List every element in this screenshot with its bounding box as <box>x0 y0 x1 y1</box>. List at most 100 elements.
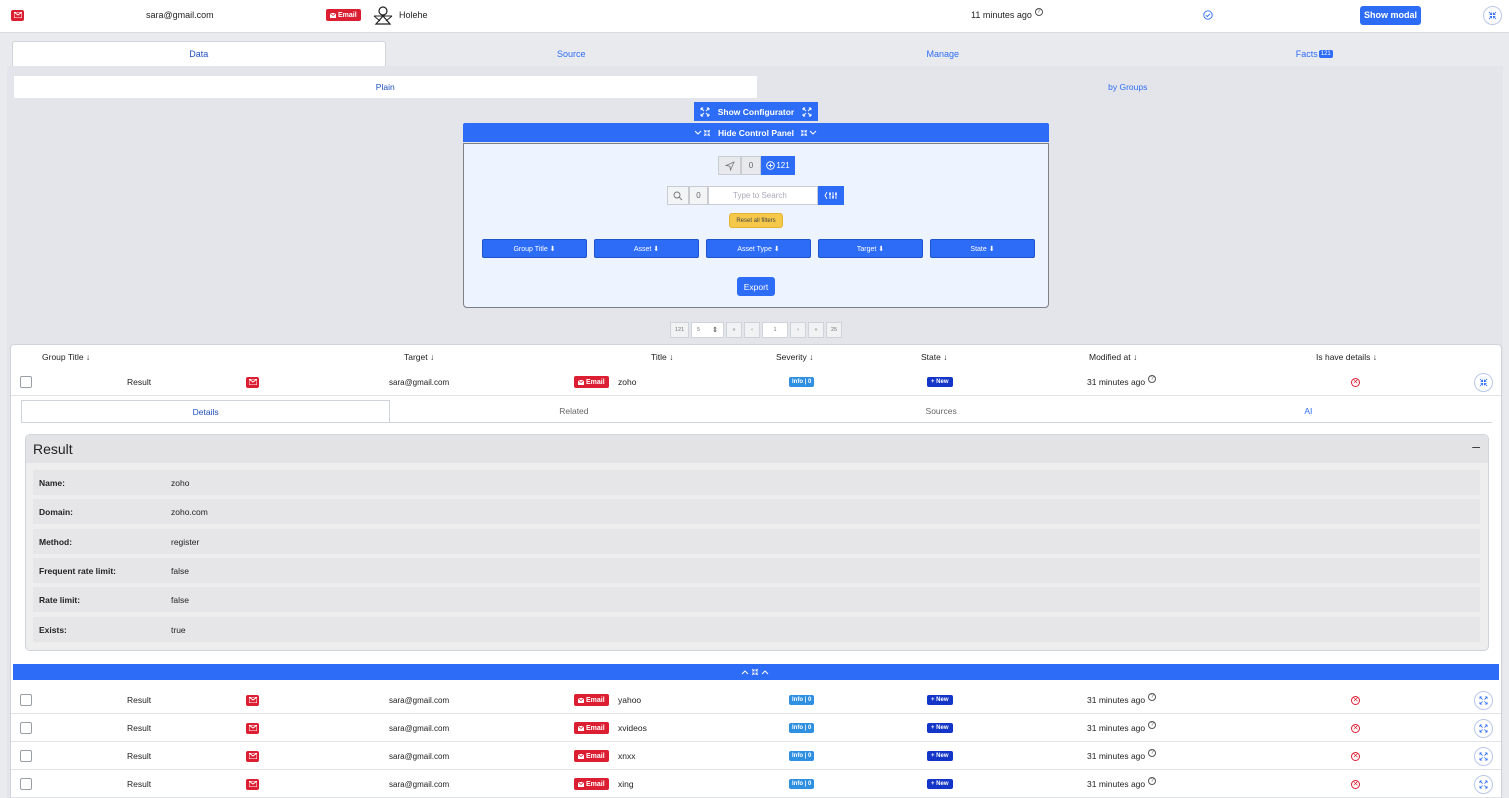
row-state-wrap: + New <box>927 770 953 798</box>
help-icon[interactable]: ? <box>1148 693 1157 701</box>
show-configurator-label: Show Configurator <box>717 106 795 117</box>
send-icon[interactable] <box>718 156 741 175</box>
detail-field: Frequent rate limit: false <box>33 558 1480 583</box>
help-icon[interactable]: ? <box>1148 721 1157 729</box>
field-value: register <box>171 536 200 547</box>
header-title[interactable]: Title ↓ <box>651 352 673 362</box>
tab-plain-label: Plain <box>375 82 395 92</box>
row-checkbox[interactable] <box>20 750 32 762</box>
row-severity-wrap: Info | 0 <box>789 368 815 396</box>
row-state-wrap: + New <box>927 714 953 742</box>
tab-by-groups[interactable]: by Groups <box>757 76 1500 98</box>
minimize-button[interactable]: – <box>1472 438 1480 454</box>
row-target: sara@gmail.com <box>389 695 450 705</box>
pagination-prev[interactable]: ‹ <box>744 322 760 338</box>
expand-arrows-icon[interactable] <box>1474 718 1493 738</box>
mail-icon <box>246 694 259 706</box>
pagination-last[interactable]: » <box>808 322 824 338</box>
expand-arrows-icon[interactable] <box>1474 774 1493 794</box>
show-configurator-button[interactable]: Show Configurator <box>694 102 818 121</box>
row-checkbox[interactable] <box>20 778 32 790</box>
mail-icon <box>578 781 584 787</box>
tab-manage[interactable]: Manage <box>757 41 1129 66</box>
state-badge[interactable]: + New <box>927 779 953 789</box>
chevron-collapse-icon <box>694 129 711 136</box>
tab-related[interactable]: Related <box>390 400 757 422</box>
top-email: sara@gmail.com <box>146 10 214 20</box>
row-state-wrap: + New <box>927 368 953 396</box>
table-row[interactable]: Result sara@gmail.com Email zoho Info | … <box>11 368 1501 396</box>
top-time: 11 minutes ago ? <box>971 0 1043 30</box>
pagination-first[interactable]: « <box>726 322 742 338</box>
hide-control-panel-label: Hide Control Panel <box>717 127 795 138</box>
field-key: Method: <box>39 536 73 547</box>
help-icon[interactable]: ? <box>1148 777 1157 785</box>
x-circle-icon: ✕ <box>1351 377 1360 387</box>
content-area: Plain by Groups Show Configurator Hide C… <box>7 66 1503 798</box>
hide-control-panel-button[interactable]: Hide Control Panel <box>463 123 1049 142</box>
help-icon[interactable]: ? <box>1148 375 1157 383</box>
row-toggle-wrap <box>1474 686 1493 714</box>
check-circle-icon <box>1203 0 1213 30</box>
row-checkbox-wrap <box>20 742 32 770</box>
table-row[interactable]: Result sara@gmail.com Email xing Info | … <box>11 770 1501 798</box>
row-modified-text: 31 minutes ago <box>1087 695 1146 705</box>
pagination-next[interactable]: › <box>790 322 806 338</box>
state-badge[interactable]: + New <box>927 723 953 733</box>
email-badge-label: Email <box>586 378 605 386</box>
mail-icon <box>246 722 259 734</box>
filter-state[interactable]: State ⬇ <box>930 239 1035 258</box>
table-row[interactable]: Result sara@gmail.com Email yahoo Info |… <box>11 686 1501 714</box>
tab-details[interactable]: Details <box>21 400 391 422</box>
tab-data[interactable]: Data <box>12 41 386 66</box>
header-target[interactable]: Target ↓ <box>404 352 434 362</box>
state-badge[interactable]: + New <box>927 751 953 761</box>
header-severity[interactable]: Severity ↓ <box>776 352 813 362</box>
collapse-arrows-icon[interactable] <box>1483 5 1502 25</box>
collapse-arrows-icon[interactable] <box>1474 372 1493 392</box>
help-icon[interactable]: ? <box>1148 749 1157 757</box>
state-badge[interactable]: + New <box>927 377 953 387</box>
export-button[interactable]: Export <box>737 277 775 296</box>
plus-circle-icon <box>766 161 776 170</box>
tab-plain[interactable]: Plain <box>14 76 757 98</box>
show-modal-button[interactable]: Show modal <box>1360 5 1421 25</box>
row-checkbox-wrap <box>20 686 32 714</box>
sliders-icon[interactable] <box>818 186 844 205</box>
filter-asset-type[interactable]: Asset Type ⬇ <box>706 239 811 258</box>
pagination: 121 5 ⇕ « ‹ 1 › » 25 <box>670 322 842 338</box>
expand-arrows-icon[interactable] <box>1474 746 1493 766</box>
filter-target[interactable]: Target ⬇ <box>818 239 923 258</box>
tab-sources[interactable]: Sources <box>758 400 1125 422</box>
page-size-select[interactable]: 5 ⇕ <box>691 322 724 338</box>
reset-filters-button[interactable]: Reset all filters <box>729 213 783 228</box>
result-card-header: Result – <box>26 435 1488 463</box>
tab-facts[interactable]: Facts 121 <box>1129 41 1501 66</box>
header-is-have-details[interactable]: Is have details ↓ <box>1316 352 1377 362</box>
severity-badge: Info | 0 <box>789 695 815 705</box>
detail-field: Exists: true <box>33 617 1480 642</box>
row-checkbox[interactable] <box>20 376 32 388</box>
search-input[interactable] <box>708 186 818 205</box>
filter-group-title[interactable]: Group Title ⬇ <box>482 239 587 258</box>
table-row[interactable]: Result sara@gmail.com Email xnxx Info | … <box>11 742 1501 770</box>
row-modified-text: 31 minutes ago <box>1087 779 1146 789</box>
table-row[interactable]: Result sara@gmail.com Email xvideos Info… <box>11 714 1501 742</box>
header-modified-at[interactable]: Modified at ↓ <box>1089 352 1137 362</box>
state-badge[interactable]: + New <box>927 695 953 705</box>
row-severity-wrap: Info | 0 <box>789 714 815 742</box>
collapse-detail-button[interactable] <box>13 664 1499 680</box>
row-checkbox[interactable] <box>20 722 32 734</box>
row-title: yahoo <box>618 695 642 705</box>
filter-asset[interactable]: Asset ⬇ <box>594 239 699 258</box>
control-panel: 0 121 0 Reset all filters Group Title ⬇ … <box>463 143 1049 308</box>
nav-count-button[interactable]: 121 <box>761 156 795 175</box>
pagination-page[interactable]: 1 <box>762 322 788 338</box>
header-group-title[interactable]: Group Title ↓ <box>42 352 90 362</box>
help-icon[interactable]: ? <box>1034 8 1043 16</box>
expand-arrows-icon[interactable] <box>1474 690 1493 710</box>
tab-ai[interactable]: AI <box>1125 400 1492 422</box>
tab-source[interactable]: Source <box>386 41 758 66</box>
header-state[interactable]: State ↓ <box>921 352 947 362</box>
row-checkbox[interactable] <box>20 694 32 706</box>
